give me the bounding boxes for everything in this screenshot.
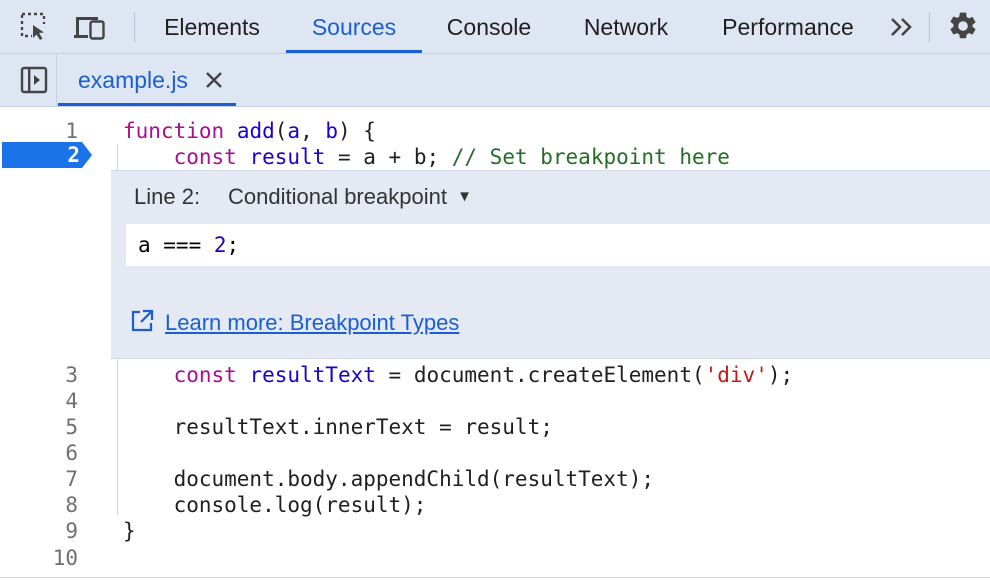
- code-token: add: [236, 119, 275, 143]
- devtools-toolbar: Elements Sources Console Network Perform…: [0, 0, 990, 54]
- code-line: const resultText = document.createElemen…: [123, 362, 794, 388]
- code-token: ) {: [338, 119, 376, 143]
- indent-guide: [117, 359, 118, 515]
- active-tab-indicator: [286, 50, 422, 53]
- learn-more-link[interactable]: Learn more: Breakpoint Types: [129, 308, 459, 338]
- condition-text: a ===: [138, 233, 214, 257]
- code-token: result: [249, 145, 326, 169]
- file-tab-bar: example.js: [0, 54, 990, 107]
- code-token: }: [123, 519, 136, 543]
- tab-elements[interactable]: Elements: [150, 0, 274, 54]
- code-line: resultText.innerText = result;: [123, 414, 553, 440]
- code-line: document.body.appendChild(resultText);: [123, 466, 654, 492]
- chevron-down-icon: ▼: [457, 188, 472, 205]
- code-token: );: [767, 363, 794, 387]
- toolbar-divider: [929, 12, 930, 42]
- code-token: const: [173, 145, 237, 169]
- tab-console[interactable]: Console: [430, 0, 548, 54]
- line-number[interactable]: 8: [0, 492, 78, 518]
- code-token: function: [123, 119, 225, 143]
- code-token: const: [173, 363, 237, 387]
- indent-guide: [117, 144, 118, 170]
- line-number[interactable]: 5: [0, 414, 78, 440]
- code-token: 'div': [704, 363, 768, 387]
- line-number[interactable]: 6: [0, 440, 78, 466]
- device-toolbar-icon[interactable]: [73, 9, 107, 43]
- breakpoint-line-label: Line 2:: [134, 184, 201, 209]
- external-link-icon: [129, 308, 155, 339]
- active-file-indicator: [58, 103, 236, 106]
- code-token: (: [274, 119, 288, 143]
- code-token: b: [325, 119, 339, 143]
- code-line: console.log(result);: [123, 492, 427, 518]
- line-number[interactable]: 1: [0, 118, 78, 144]
- code-line: }: [123, 518, 136, 544]
- code-token: resultText.innerText = result;: [123, 415, 553, 439]
- code-line: const result = a + b; // Set breakpoint …: [123, 144, 730, 170]
- tab-performance[interactable]: Performance: [706, 0, 870, 54]
- toolbar-divider: [134, 12, 135, 42]
- tab-sources[interactable]: Sources: [290, 0, 418, 54]
- sidebar-toggle-icon[interactable]: [17, 63, 51, 97]
- breakpoint-marker[interactable]: 2: [2, 142, 92, 168]
- condition-end: ;: [226, 233, 240, 257]
- line-number[interactable]: 7: [0, 466, 78, 492]
- more-tabs-button[interactable]: [884, 0, 920, 54]
- code-token: = document.createElement(: [375, 363, 705, 387]
- code-token: // Set breakpoint here: [451, 145, 730, 169]
- file-tab-example-js[interactable]: example.js: [78, 54, 188, 107]
- file-tab-divider: [56, 54, 57, 107]
- code-token: ,: [300, 119, 326, 143]
- line-number[interactable]: 10: [0, 545, 78, 571]
- line-number[interactable]: 4: [0, 388, 78, 414]
- line-number[interactable]: 3: [0, 362, 78, 388]
- gear-icon[interactable]: [946, 9, 980, 43]
- code-token: = a + b;: [325, 145, 452, 169]
- editor-bottom-border: [0, 577, 990, 578]
- breakpoint-line-number: 2: [67, 143, 80, 167]
- code-token: resultText: [249, 363, 376, 387]
- breakpoint-type-dropdown[interactable]: Conditional breakpoint ▼: [228, 184, 472, 210]
- line-number[interactable]: 9: [0, 518, 78, 544]
- code-token: console.log(result);: [123, 493, 427, 517]
- condition-input[interactable]: a === 2;: [126, 224, 990, 266]
- condition-number: 2: [213, 233, 227, 257]
- learn-more-text: Learn more: Breakpoint Types: [165, 310, 460, 335]
- code-token: a: [287, 119, 301, 143]
- breakpoint-type-label: Conditional breakpoint: [228, 184, 447, 209]
- code-token: document.body.appendChild(resultText);: [123, 467, 655, 491]
- breakpoint-editor-panel: Line 2: Conditional breakpoint ▼ a === 2…: [111, 170, 990, 359]
- tab-network[interactable]: Network: [566, 0, 686, 54]
- inspect-element-icon[interactable]: [17, 9, 51, 43]
- code-line: function add(a, b) {: [123, 118, 376, 144]
- close-icon[interactable]: [200, 66, 228, 94]
